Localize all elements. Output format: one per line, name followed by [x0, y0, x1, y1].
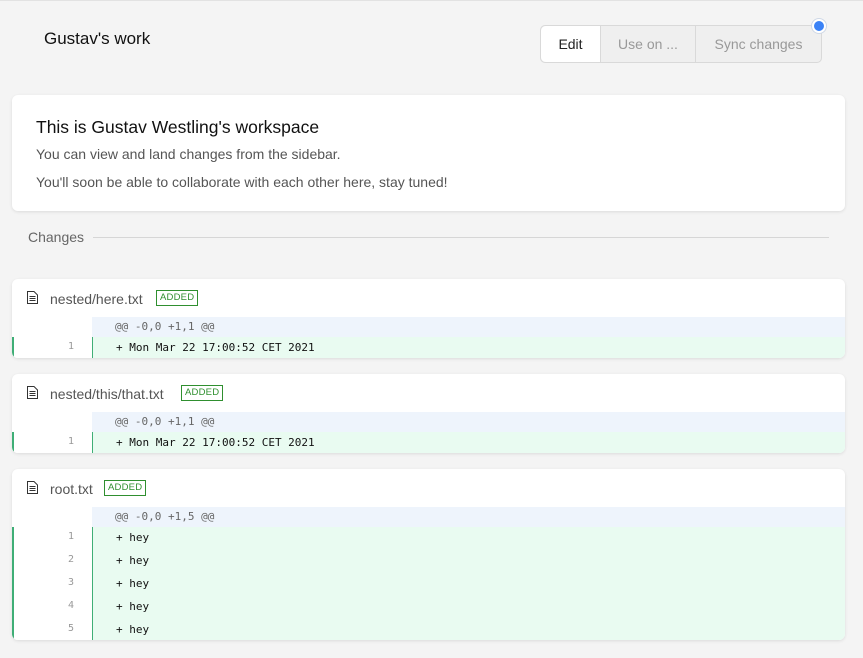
line-content: + hey	[116, 531, 150, 544]
line-gutter: 1	[12, 527, 92, 550]
line-gutter: 4	[12, 596, 92, 619]
status-dot-icon	[812, 19, 826, 33]
line-gutter: 5	[12, 619, 92, 640]
sync-changes-button[interactable]: Sync changes	[695, 26, 821, 62]
hunk-text: @@ -0,0 +1,5 @@	[115, 510, 215, 523]
line-content: + hey	[116, 577, 150, 590]
file-diff-card: nested/this/that.txt ADDED @@ -0,0 +1,1 …	[12, 374, 845, 453]
hunk-header: @@ -0,0 +1,1 @@	[92, 412, 845, 432]
line-gutter: 3	[12, 573, 92, 596]
diff-bar	[92, 337, 93, 358]
hunk-text: @@ -0,0 +1,1 @@	[115, 415, 215, 428]
line-number: 4	[67, 600, 74, 611]
diff-bar	[92, 527, 93, 550]
intro-line-1: You can view and land changes from the s…	[36, 146, 341, 162]
added-badge: ADDED	[156, 290, 199, 306]
diff-bar	[92, 432, 93, 453]
diff-bar	[92, 573, 93, 596]
added-badge: ADDED	[104, 480, 147, 496]
line-content: + hey	[116, 623, 150, 636]
file-icon	[27, 291, 38, 304]
hunk-header: @@ -0,0 +1,5 @@	[92, 507, 845, 527]
changes-section-label: Changes	[28, 229, 85, 245]
diff-line: 2 + hey	[12, 550, 845, 573]
line-number: 3	[67, 577, 74, 588]
diff-bar	[92, 619, 93, 640]
line-number: 5	[67, 623, 74, 634]
workspace-title: Gustav's work	[44, 29, 151, 48]
edit-button[interactable]: Edit	[541, 26, 600, 62]
changes-divider	[93, 237, 829, 238]
file-diff-card: nested/here.txt ADDED @@ -0,0 +1,1 @@ 1 …	[12, 279, 845, 358]
line-content: + Mon Mar 22 17:00:52 CET 2021	[116, 341, 315, 354]
file-name[interactable]: root.txt	[50, 481, 93, 497]
file-name[interactable]: nested/here.txt	[50, 291, 143, 307]
line-gutter: 1	[12, 432, 92, 453]
diff-line: 5 + hey	[12, 619, 845, 640]
file-icon	[27, 481, 38, 494]
diff-bar	[92, 596, 93, 619]
line-gutter: 2	[12, 550, 92, 573]
diff-line: 1 + Mon Mar 22 17:00:52 CET 2021	[12, 337, 845, 358]
file-name[interactable]: nested/this/that.txt	[50, 386, 164, 402]
line-number: 1	[67, 436, 74, 447]
use-on-button[interactable]: Use on ...	[600, 26, 695, 62]
line-content: + Mon Mar 22 17:00:52 CET 2021	[116, 436, 315, 449]
added-badge: ADDED	[181, 385, 224, 401]
top-border	[0, 0, 863, 1]
intro-line-2: You'll soon be able to collaborate with …	[36, 174, 448, 190]
hunk-header: @@ -0,0 +1,1 @@	[92, 317, 845, 337]
diff-line: 3 + hey	[12, 573, 845, 596]
line-number: 1	[67, 531, 74, 542]
file-header[interactable]: root.txt ADDED	[12, 469, 845, 507]
diff-line: 1 + hey	[12, 527, 845, 550]
line-gutter: 1	[12, 337, 92, 358]
intro-title: This is Gustav Westling's workspace	[36, 117, 320, 137]
line-number: 1	[67, 341, 74, 352]
file-diff-card: root.txt ADDED @@ -0,0 +1,5 @@ 1 + hey 2…	[12, 469, 845, 640]
file-header[interactable]: nested/here.txt ADDED	[12, 279, 845, 317]
hunk-text: @@ -0,0 +1,1 @@	[115, 320, 215, 333]
line-number: 2	[67, 554, 74, 565]
workspace-intro-card: This is Gustav Westling's workspace You …	[12, 95, 845, 211]
line-content: + hey	[116, 600, 150, 613]
action-button-group: Edit Use on ... Sync changes	[540, 25, 822, 63]
file-icon	[27, 386, 38, 399]
diff-line: 1 + Mon Mar 22 17:00:52 CET 2021	[12, 432, 845, 453]
diff-line: 4 + hey	[12, 596, 845, 619]
file-header[interactable]: nested/this/that.txt ADDED	[12, 374, 845, 412]
line-content: + hey	[116, 554, 150, 567]
diff-bar	[92, 550, 93, 573]
